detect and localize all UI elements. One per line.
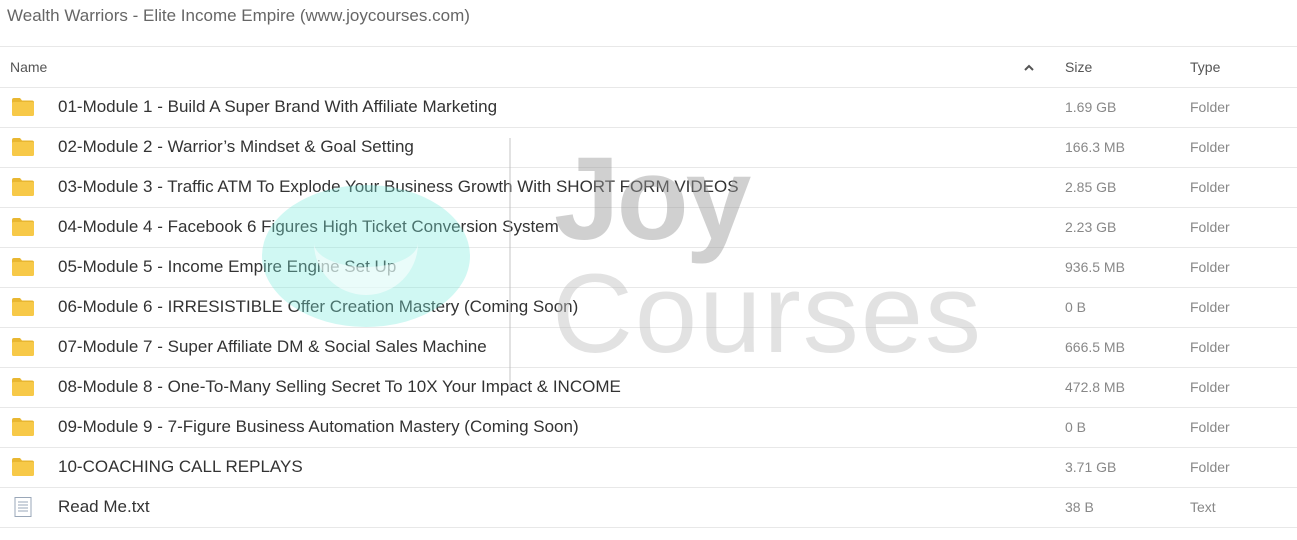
file-type: Folder — [1190, 179, 1230, 195]
folder-icon — [12, 378, 34, 396]
file-name[interactable]: 06-Module 6 - IRRESISTIBLE Offer Creatio… — [58, 297, 578, 317]
column-header-name[interactable]: Name — [10, 59, 47, 75]
file-row[interactable]: 08-Module 8 - One-To-Many Selling Secret… — [0, 368, 1297, 408]
file-table: Name Size Type 01-Module 1 - Build A Sup… — [0, 46, 1297, 528]
file-size: 0 B — [1065, 419, 1087, 435]
column-header-size[interactable]: Size — [1065, 59, 1092, 75]
file-type: Folder — [1190, 259, 1230, 275]
page-title: Wealth Warriors - Elite Income Empire (w… — [7, 6, 470, 25]
file-type: Folder — [1190, 139, 1230, 155]
file-size: 38 B — [1065, 499, 1094, 515]
folder-icon — [12, 178, 34, 196]
file-size: 472.8 MB — [1065, 379, 1125, 395]
file-name[interactable]: 10-COACHING CALL REPLAYS — [58, 457, 303, 477]
folder-icon — [12, 138, 34, 156]
column-header-type[interactable]: Type — [1190, 59, 1220, 75]
file-type: Folder — [1190, 219, 1230, 235]
file-type: Folder — [1190, 299, 1230, 315]
file-name[interactable]: 01-Module 1 - Build A Super Brand With A… — [58, 97, 497, 117]
folder-icon — [12, 298, 34, 316]
file-size: 936.5 MB — [1065, 259, 1125, 275]
file-row[interactable]: 02-Module 2 - Warrior’s Mindset & Goal S… — [0, 128, 1297, 168]
file-size: 3.71 GB — [1065, 459, 1117, 475]
folder-icon — [12, 98, 34, 116]
file-type: Folder — [1190, 99, 1230, 115]
file-name[interactable]: 05-Module 5 - Income Empire Engine Set U… — [58, 257, 396, 277]
folder-icon — [12, 258, 34, 276]
file-list: 01-Module 1 - Build A Super Brand With A… — [0, 88, 1297, 528]
folder-icon — [12, 418, 34, 436]
file-row[interactable]: 01-Module 1 - Build A Super Brand With A… — [0, 88, 1297, 128]
file-name[interactable]: Read Me.txt — [58, 497, 150, 517]
file-type: Folder — [1190, 459, 1230, 475]
file-type: Text — [1190, 499, 1216, 515]
folder-icon — [12, 338, 34, 356]
file-size: 2.85 GB — [1065, 179, 1117, 195]
file-row[interactable]: 05-Module 5 - Income Empire Engine Set U… — [0, 248, 1297, 288]
text-file-icon — [14, 497, 32, 517]
file-name[interactable]: 09-Module 9 - 7-Figure Business Automati… — [58, 417, 579, 437]
file-row[interactable]: 09-Module 9 - 7-Figure Business Automati… — [0, 408, 1297, 448]
file-size: 1.69 GB — [1065, 99, 1117, 115]
file-name[interactable]: 04-Module 4 - Facebook 6 Figures High Ti… — [58, 217, 559, 237]
file-size: 166.3 MB — [1065, 139, 1125, 155]
file-type: Folder — [1190, 379, 1230, 395]
table-header: Name Size Type — [0, 46, 1297, 88]
file-name[interactable]: 03-Module 3 - Traffic ATM To Explode You… — [58, 177, 739, 197]
file-type: Folder — [1190, 419, 1230, 435]
file-name[interactable]: 07-Module 7 - Super Affiliate DM & Socia… — [58, 337, 487, 357]
file-row[interactable]: Read Me.txt 38 B Text — [0, 488, 1297, 528]
file-row[interactable]: 04-Module 4 - Facebook 6 Figures High Ti… — [0, 208, 1297, 248]
file-type: Folder — [1190, 339, 1230, 355]
file-row[interactable]: 03-Module 3 - Traffic ATM To Explode You… — [0, 168, 1297, 208]
file-size: 2.23 GB — [1065, 219, 1117, 235]
file-row[interactable]: 07-Module 7 - Super Affiliate DM & Socia… — [0, 328, 1297, 368]
file-name[interactable]: 08-Module 8 - One-To-Many Selling Secret… — [58, 377, 621, 397]
file-size: 0 B — [1065, 299, 1087, 315]
file-size: 666.5 MB — [1065, 339, 1125, 355]
file-row[interactable]: 06-Module 6 - IRRESISTIBLE Offer Creatio… — [0, 288, 1297, 328]
file-name[interactable]: 02-Module 2 - Warrior’s Mindset & Goal S… — [58, 137, 414, 157]
chevron-up-icon[interactable] — [1022, 61, 1036, 75]
folder-icon — [12, 458, 34, 476]
folder-icon — [12, 218, 34, 236]
file-row[interactable]: 10-COACHING CALL REPLAYS 3.71 GB Folder — [0, 448, 1297, 488]
